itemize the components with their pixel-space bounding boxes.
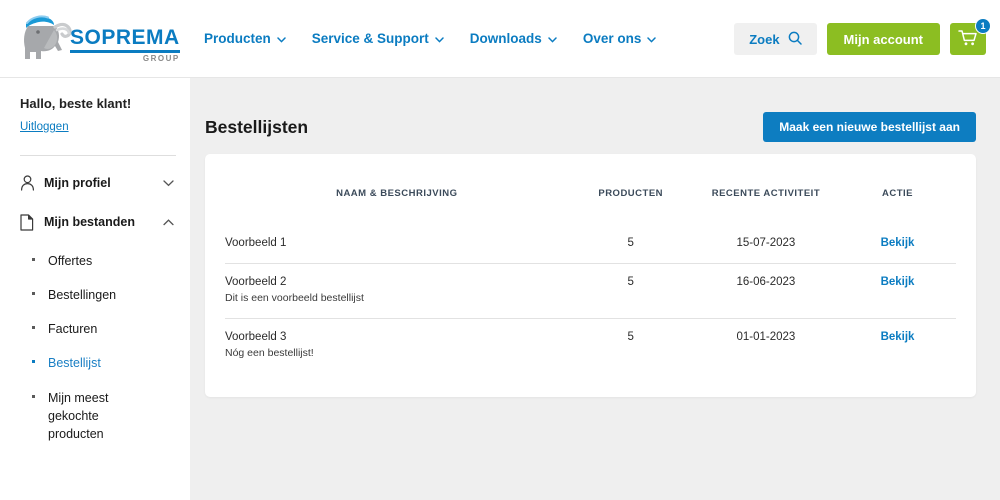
view-link[interactable]: Bekijk xyxy=(881,276,915,288)
sidebar-subitem-bestellijst[interactable]: Bestellijst xyxy=(20,354,176,372)
cell-activity: 15-07-2023 xyxy=(736,237,796,249)
sidebar-item-mijn-bestanden[interactable]: Mijn bestanden xyxy=(20,213,176,231)
cart-button[interactable]: 1 xyxy=(950,18,991,55)
sidebar-subitem-facturen[interactable]: Facturen xyxy=(20,320,176,338)
cell-action: Bekijk xyxy=(839,263,956,319)
cell-products: 5 xyxy=(568,263,693,319)
nav-label: Over ons xyxy=(582,31,642,46)
cell-name: Voorbeeld 1 xyxy=(225,225,569,264)
site-header: SOPREMA GROUP Producten Service & Suppor… xyxy=(0,0,1000,78)
logo[interactable]: SOPREMA GROUP xyxy=(0,0,190,78)
sidebar-subitem-bestellingen[interactable]: Bestellingen xyxy=(20,286,176,304)
cell-name: Voorbeeld 2 Dit is een voorbeeld bestell… xyxy=(225,263,569,319)
column-header-name: NAAM & BESCHRIJVING xyxy=(336,188,458,199)
cell-activity: 16-06-2023 xyxy=(692,263,840,319)
sidebar-subitem-label: Offertes xyxy=(48,254,93,268)
cell-activity: 01-01-2023 xyxy=(692,318,840,373)
view-link[interactable]: Bekijk xyxy=(881,331,915,343)
sidebar-subitem-label: Mijn meest gekochte producten xyxy=(48,390,109,441)
nav-label: Producten xyxy=(204,31,271,46)
nav-label: Service & Support xyxy=(311,31,429,46)
nav-item-over-ons[interactable]: Over ons xyxy=(583,31,657,46)
cell-products: 5 xyxy=(568,318,693,373)
cell-products: 5 xyxy=(627,237,634,249)
table-header: NAAM & BESCHRIJVING PRODUCTEN RECENTE AC… xyxy=(225,154,956,225)
chevron-down-icon xyxy=(548,31,557,46)
logo-brand-text: SOPREMA xyxy=(70,26,180,49)
cart-count-badge: 1 xyxy=(975,18,991,34)
bullet-icon xyxy=(32,360,35,364)
column-header-products: PRODUCTEN xyxy=(598,188,664,199)
nav-item-service-support[interactable]: Service & Support xyxy=(312,31,444,46)
order-lists-card: NAAM & BESCHRIJVING PRODUCTEN RECENTE AC… xyxy=(205,154,976,397)
bullet-icon xyxy=(32,292,35,296)
page-root: SOPREMA GROUP Producten Service & Suppor… xyxy=(0,0,1000,500)
elephant-logo-icon xyxy=(14,10,76,67)
chevron-down-icon xyxy=(435,31,444,46)
logout-link[interactable]: Uitloggen xyxy=(20,121,69,133)
list-description: Dit is een voorbeeld bestellijst xyxy=(225,292,364,304)
main-navigation: Producten Service & Support Downloads Ov… xyxy=(204,31,657,46)
greeting-text: Hallo, beste klant! xyxy=(20,96,132,111)
nav-label: Downloads xyxy=(469,31,542,46)
search-button-label: Zoek xyxy=(749,31,780,47)
main-content: Bestellijsten Maak een nieuwe bestellijs… xyxy=(190,78,1000,500)
sidebar-subitem-label: Bestellingen xyxy=(48,288,117,303)
chevron-down-icon xyxy=(163,174,174,192)
order-lists-table: NAAM & BESCHRIJVING PRODUCTEN RECENTE AC… xyxy=(225,154,956,373)
document-icon xyxy=(20,213,44,231)
column-header-action: ACTIE xyxy=(882,188,913,199)
table-body: Voorbeeld 1 5 15-07-2023 Bekijk Voorbeel… xyxy=(225,225,956,373)
nav-item-producten[interactable]: Producten xyxy=(204,31,286,46)
cell-name: Voorbeeld 3 Nóg een bestellijst! xyxy=(225,318,569,373)
page-title: Bestellijsten xyxy=(205,116,309,137)
view-link[interactable]: Bekijk xyxy=(881,237,915,249)
cell-action: Bekijk xyxy=(839,318,956,373)
chevron-up-icon xyxy=(163,213,174,231)
logo-suffix-text: GROUP xyxy=(142,54,180,63)
cell-action: Bekijk xyxy=(839,225,956,264)
sidebar-item-mijn-profiel[interactable]: Mijn profiel xyxy=(20,174,176,192)
bullet-icon xyxy=(32,326,35,330)
column-header-activity: RECENTE ACTIVITEIT xyxy=(711,188,821,199)
table-row[interactable]: Voorbeeld 1 5 15-07-2023 Bekijk xyxy=(225,225,956,264)
cart-icon xyxy=(958,29,978,50)
sidebar-subitem-label: Bestellijst xyxy=(48,356,101,371)
list-description: Nóg een bestellijst! xyxy=(225,347,314,359)
nav-item-downloads[interactable]: Downloads xyxy=(470,31,557,46)
chevron-down-icon xyxy=(647,31,657,46)
sidebar-item-label: Mijn bestanden xyxy=(44,215,135,229)
sidebar-divider xyxy=(20,155,176,156)
search-icon xyxy=(788,31,802,48)
sidebar-subitem-offertes[interactable]: Offertes xyxy=(20,252,176,270)
my-account-button[interactable]: Mijn account xyxy=(826,23,940,55)
logo-bar xyxy=(70,50,180,53)
search-button[interactable]: Zoek xyxy=(734,23,817,55)
bullet-icon xyxy=(32,258,35,261)
table-row[interactable]: Voorbeeld 2 Dit is een voorbeeld bestell… xyxy=(225,263,956,319)
user-icon xyxy=(20,175,44,191)
create-new-list-button[interactable]: Maak een nieuwe bestellijst aan xyxy=(763,112,976,142)
list-name: Voorbeeld 3 xyxy=(225,331,287,343)
header-actions: Zoek Mijn account 1 xyxy=(734,0,991,78)
bullet-icon xyxy=(32,394,35,398)
sidebar: Hallo, beste klant! Uitloggen Mijn profi… xyxy=(0,78,190,500)
sidebar-item-label: Mijn profiel xyxy=(44,176,111,190)
table-row[interactable]: Voorbeeld 3 Nóg een bestellijst! 5 01-01… xyxy=(225,318,956,373)
chevron-down-icon xyxy=(277,31,286,46)
my-account-label: Mijn account xyxy=(843,31,923,47)
sidebar-subitem-label: Facturen xyxy=(48,322,98,337)
content-header: Bestellijsten Maak een nieuwe bestellijs… xyxy=(190,78,1000,148)
sidebar-subitem-meest-gekochte-producten[interactable]: Mijn meest gekochte producten xyxy=(20,389,130,443)
list-name: Voorbeeld 1 xyxy=(225,237,287,249)
list-name: Voorbeeld 2 xyxy=(225,276,287,288)
